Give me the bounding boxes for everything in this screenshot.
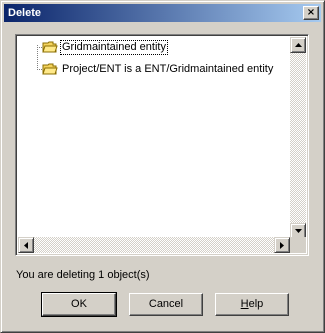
scrollbar-corner (290, 237, 306, 253)
ok-button[interactable]: OK (41, 292, 117, 317)
tree-item-label: Gridmaintained entity (60, 39, 168, 55)
dialog-title: Delete (8, 7, 42, 19)
close-button[interactable]: × (303, 6, 319, 20)
folder-icon (42, 62, 58, 76)
vertical-scrollbar[interactable] (290, 37, 306, 239)
status-text: You are deleting 1 object(s) (16, 269, 150, 281)
tree-item-label: Project/ENT is a ENT/Gridmaintained enti… (62, 62, 274, 75)
folder-icon (42, 40, 58, 54)
arrow-right-icon (280, 241, 284, 249)
horizontal-scrollbar[interactable] (18, 237, 290, 253)
arrow-up-icon (294, 43, 302, 47)
scroll-left-button[interactable] (18, 237, 34, 253)
help-button[interactable]: Help (215, 293, 289, 316)
object-tree[interactable]: Gridmaintained entity Project/ENT is a E… (15, 34, 309, 256)
tree-item-gridmaintained-entity[interactable]: Gridmaintained entity (42, 39, 168, 55)
cancel-button[interactable]: Cancel (129, 293, 203, 316)
help-mnemonic: H (240, 298, 249, 310)
help-label-rest: elp (248, 298, 264, 310)
close-icon: × (306, 7, 316, 18)
title-bar[interactable]: Delete × (4, 4, 321, 22)
scroll-right-button[interactable] (274, 237, 290, 253)
tree-connector-vertical (37, 45, 38, 70)
arrow-down-icon (294, 229, 302, 233)
tree-item-project-ent[interactable]: Project/ENT is a ENT/Gridmaintained enti… (42, 61, 274, 77)
delete-dialog: Delete × Gridmaintained entity Project/E… (0, 0, 325, 333)
arrow-left-icon (24, 241, 28, 249)
scroll-up-button[interactable] (290, 37, 306, 53)
